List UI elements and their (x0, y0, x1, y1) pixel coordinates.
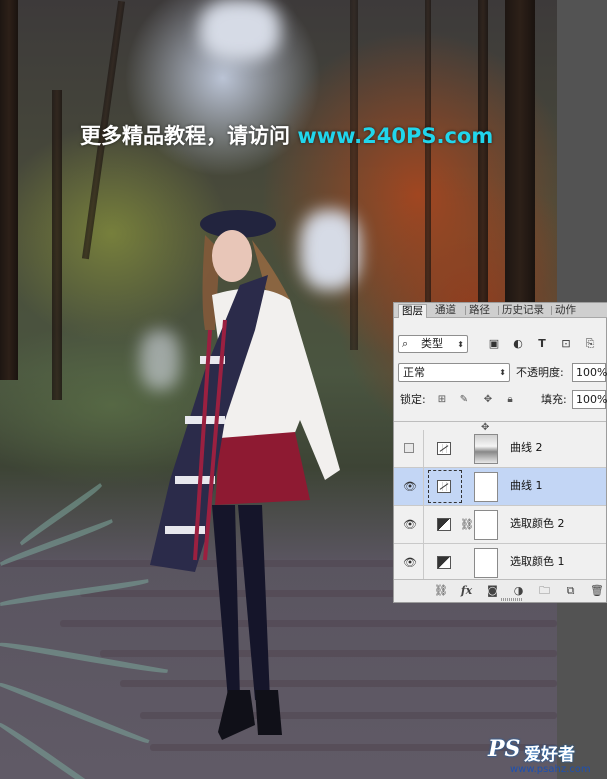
tab-layers[interactable]: 图层 (398, 304, 427, 318)
lock-fill-row: 锁定: ⊞ ✎ ✥ 🔒︎ 填充: 100% (394, 390, 607, 410)
shape-filter-icon[interactable]: ⊡ (560, 338, 572, 350)
tab-channels[interactable]: 通道 (432, 304, 459, 317)
hidden-visibility-box[interactable] (404, 443, 414, 453)
banner-text: 更多精品教程，请访问 (80, 124, 298, 148)
layer-mask-thumbnail[interactable] (474, 472, 498, 502)
tutorial-banner: 更多精品教程，请访问 www.240PS.com (80, 120, 493, 150)
opacity-label: 不透明度: (516, 366, 564, 379)
layer-mask-thumbnail[interactable] (474, 510, 498, 540)
blend-mode-value: 正常 (403, 366, 425, 379)
watermark: PS 爱好者 www.psahz.com (488, 736, 607, 779)
layer-name[interactable]: 选取颜色 1 (510, 555, 565, 569)
visibility-cell[interactable]: 👁︎ (394, 506, 424, 543)
curves-adjustment-icon (437, 442, 451, 455)
layer-row[interactable]: 👁︎ 选取颜色 1 (394, 544, 606, 580)
eye-icon[interactable]: 👁︎ (403, 519, 417, 531)
layer-row-selected[interactable]: 👁︎ 曲线 1 (394, 468, 606, 506)
selective-color-adjustment-icon (437, 556, 451, 569)
opacity-input[interactable]: 100% (572, 363, 607, 382)
link-layers-icon[interactable]: ⛓︎ (434, 584, 448, 597)
lock-transparent-icon[interactable]: ⊞ (436, 394, 448, 406)
layers-panel: 图层 通道 路径 历史记录 动作 ⌕ 类型 ⬍ ▣ ◐ T ⊡ ⎘ 正常 ⬍ 不… (393, 302, 607, 603)
delete-layer-icon[interactable]: 🗑︎ (590, 584, 604, 597)
watermark-url: www.psahz.com (510, 764, 591, 775)
banner-url[interactable]: www.240PS.com (297, 124, 493, 148)
blend-mode-select[interactable]: 正常 ⬍ (398, 363, 510, 382)
fx-icon[interactable]: fx (460, 584, 473, 597)
adjustment-filter-icon[interactable]: ◐ (512, 338, 524, 350)
layer-row[interactable]: 👁︎ ⛓︎ 选取颜色 2 (394, 506, 606, 544)
watermark-text: 爱好者 (524, 745, 575, 765)
smart-object-filter-icon[interactable]: ⎘ (584, 338, 596, 350)
new-layer-icon[interactable]: ⧉ (564, 584, 577, 597)
new-adjustment-icon[interactable]: ◑ (512, 584, 525, 597)
layer-filter-row: ⌕ 类型 ⬍ ▣ ◐ T ⊡ ⎘ (394, 335, 606, 357)
fill-label: 填充: (541, 393, 567, 406)
updown-arrow-icon: ⬍ (499, 368, 506, 377)
image-filter-icon[interactable]: ▣ (488, 338, 500, 350)
new-group-icon[interactable]: 🗀︎ (538, 584, 551, 597)
layer-name[interactable]: 选取颜色 2 (510, 517, 565, 531)
lock-position-icon[interactable]: ✥ (482, 394, 494, 406)
fill-input[interactable]: 100% (572, 390, 607, 409)
layer-name[interactable]: 曲线 2 (510, 441, 543, 455)
lock-pixels-brush-icon[interactable]: ✎ (458, 394, 470, 406)
lock-all-icon[interactable]: 🔒︎ (504, 394, 516, 406)
visibility-cell[interactable]: 👁︎ (394, 468, 424, 505)
layer-list: ✥ 曲线 2 👁︎ 曲线 1 👁︎ ⛓︎ 选取颜色 2 👁︎ 选取颜色 1 (394, 421, 606, 580)
layers-panel-footer: ⛓︎ fx ◙ ◑ 🗀︎ ⧉ 🗑︎ (394, 579, 606, 602)
watermark-logo: PS (488, 736, 521, 762)
tab-actions[interactable]: 动作 (552, 304, 579, 317)
chain-link-icon[interactable]: ⛓︎ (460, 518, 474, 531)
layer-name[interactable]: 曲线 1 (510, 479, 543, 493)
eye-icon[interactable]: 👁︎ (403, 557, 417, 569)
tab-paths[interactable]: 路径 (466, 304, 493, 317)
add-mask-icon[interactable]: ◙ (486, 584, 499, 597)
selective-color-adjustment-icon (437, 518, 451, 531)
updown-arrow-icon: ⬍ (457, 340, 464, 349)
layer-row[interactable]: 曲线 2 (394, 430, 606, 468)
type-filter-icon[interactable]: T (536, 338, 548, 350)
eye-icon[interactable]: 👁︎ (403, 481, 417, 493)
blend-opacity-row: 正常 ⬍ 不透明度: 100% (394, 363, 607, 383)
curves-adjustment-icon (437, 480, 451, 493)
tab-history[interactable]: 历史记录 (499, 304, 547, 317)
panel-tab-bar: 图层 通道 路径 历史记录 动作 (394, 303, 607, 318)
lock-label: 锁定: (400, 393, 426, 406)
search-icon: ⌕ (402, 337, 409, 350)
filter-kind-select[interactable]: ⌕ 类型 ⬍ (398, 335, 468, 353)
filter-kind-label: 类型 (421, 337, 443, 350)
resize-grip[interactable] (501, 598, 523, 601)
visibility-cell[interactable]: 👁︎ (394, 544, 424, 580)
layer-mask-thumbnail[interactable] (474, 434, 498, 464)
visibility-cell[interactable] (394, 430, 424, 467)
layer-mask-thumbnail[interactable] (474, 548, 498, 578)
